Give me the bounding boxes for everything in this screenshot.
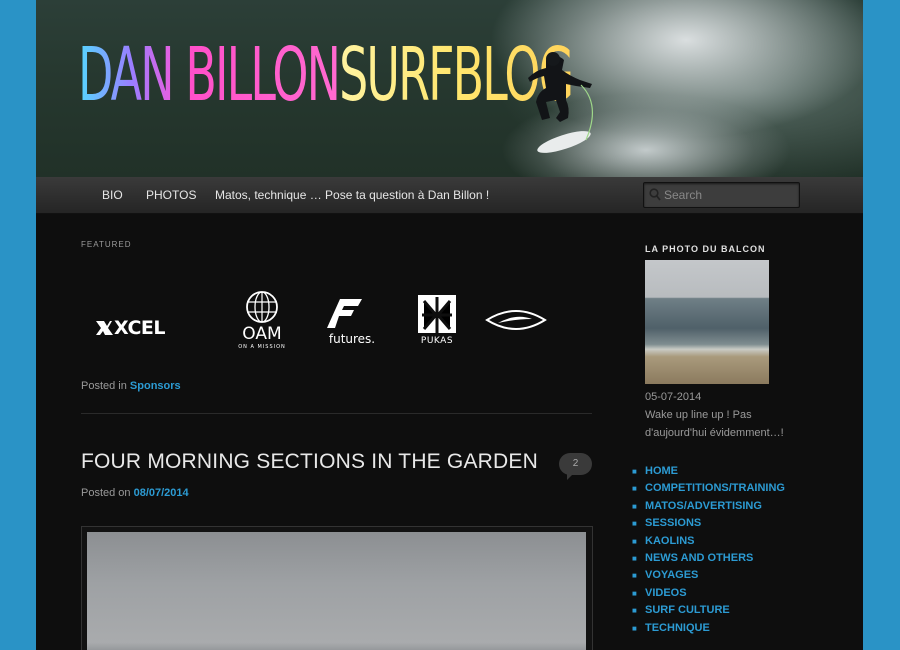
- site-title[interactable]: DAN BILLONSURFBLOG: [78, 38, 574, 112]
- page-container: DAN BILLONSURFBLOG BIO PHOTOS Matos, tec…: [36, 0, 863, 650]
- post-date-link[interactable]: 08/07/2014: [134, 487, 189, 499]
- posted-in-prefix: Posted in: [81, 380, 130, 392]
- balcony-photo[interactable]: [645, 260, 769, 384]
- posted-in-meta: Posted in Sponsors: [81, 380, 181, 392]
- xcel-logo-text: XCEL: [114, 317, 165, 339]
- main-navigation: BIO PHOTOS Matos, technique … Pose ta qu…: [36, 177, 863, 214]
- featured-label: FEATURED: [81, 240, 132, 249]
- menu-item-technique[interactable]: ■ TECHNIQUE: [632, 620, 785, 637]
- futures-logo-text: futures.: [329, 332, 375, 346]
- posted-on-meta: Posted on 08/07/2014: [81, 487, 189, 499]
- nav-item-ask-dan[interactable]: Matos, technique … Pose ta question à Da…: [215, 177, 489, 213]
- photo-date: 05-07-2014: [645, 391, 702, 403]
- nav-item-photos[interactable]: PHOTOS: [146, 177, 196, 213]
- menu-item-label: KAOLINS: [645, 534, 695, 547]
- bullet-icon: ■: [632, 536, 637, 546]
- header-banner[interactable]: DAN BILLONSURFBLOG: [36, 0, 863, 177]
- menu-item-sessions[interactable]: ■ SESSIONS: [632, 515, 785, 532]
- menu-item-label: COMPETITIONS/TRAINING: [645, 482, 785, 495]
- pukas-logo[interactable]: PUKAS: [414, 293, 460, 345]
- menu-item-label: TECHNIQUE: [645, 621, 710, 634]
- site-title-part-1: DAN: [78, 32, 186, 118]
- posted-on-prefix: Posted on: [81, 487, 134, 499]
- post-image[interactable]: [87, 532, 586, 650]
- menu-item-videos[interactable]: ■ VIDEOS: [632, 585, 785, 602]
- post-image-frame: [81, 526, 593, 650]
- menu-item-label: NEWS AND OTHERS: [645, 551, 754, 564]
- menu-item-label: VOYAGES: [645, 569, 699, 582]
- bullet-icon: ■: [632, 571, 637, 581]
- menu-item-label: SURF CULTURE: [645, 604, 730, 617]
- xcel-logo[interactable]: XCEL: [94, 313, 194, 339]
- category-menu: ■ HOME ■ COMPETITIONS/TRAINING ■ MATOS/ADVE…: [632, 463, 785, 637]
- menu-item-surf-culture[interactable]: ■ SURF CULTURE: [632, 602, 785, 619]
- comment-count-bubble[interactable]: 2: [559, 453, 592, 480]
- menu-item-kaolins[interactable]: ■ KAOLINS: [632, 533, 785, 550]
- futures-logo[interactable]: futures.: [326, 295, 378, 347]
- oam-logo[interactable]: OAM ON A MISSION: [231, 289, 293, 351]
- menu-item-label: VIDEOS: [645, 586, 687, 599]
- oam-logo-text: OAM: [242, 324, 281, 344]
- bullet-icon: ■: [632, 467, 637, 476]
- bullet-icon: ■: [632, 501, 637, 511]
- category-link-sponsors[interactable]: Sponsors: [130, 380, 181, 392]
- menu-item-label: MATOS/ADVERTISING: [645, 499, 762, 512]
- pukas-logo-text: PUKAS: [421, 336, 453, 345]
- menu-item-news[interactable]: ■ NEWS AND OTHERS: [632, 550, 785, 567]
- post-title[interactable]: FOUR MORNING SECTIONS IN THE GARDEN: [81, 450, 538, 474]
- bullet-icon: ■: [632, 588, 637, 598]
- bullet-icon: ■: [632, 484, 637, 494]
- shaper-logo[interactable]: [484, 307, 548, 333]
- nav-item-bio[interactable]: BIO: [102, 177, 123, 213]
- oam-logo-subtext: ON A MISSION: [238, 344, 286, 350]
- menu-item-label: SESSIONS: [645, 517, 702, 530]
- bullet-icon: ■: [632, 623, 637, 633]
- post-divider: [81, 413, 592, 414]
- search-icon: [649, 188, 661, 201]
- search-box[interactable]: [643, 182, 800, 208]
- surfer-image: [528, 52, 593, 153]
- menu-item-matos[interactable]: ■ MATOS/ADVERTISING: [632, 498, 785, 515]
- menu-item-label: HOME: [645, 465, 678, 477]
- bullet-icon: ■: [632, 519, 637, 529]
- menu-item-home[interactable]: ■ HOME: [632, 463, 785, 480]
- bullet-icon: ■: [632, 606, 637, 616]
- site-title-part-2: BILLON: [185, 32, 341, 118]
- photo-caption: Wake up line up ! Pas d'aujourd'hui évid…: [645, 409, 784, 439]
- widget-title: LA PHOTO DU BALCON: [645, 244, 766, 254]
- search-input[interactable]: [664, 183, 794, 207]
- bullet-icon: ■: [632, 553, 637, 563]
- menu-item-competitions[interactable]: ■ COMPETITIONS/TRAINING: [632, 480, 785, 497]
- menu-item-voyages[interactable]: ■ VOYAGES: [632, 567, 785, 584]
